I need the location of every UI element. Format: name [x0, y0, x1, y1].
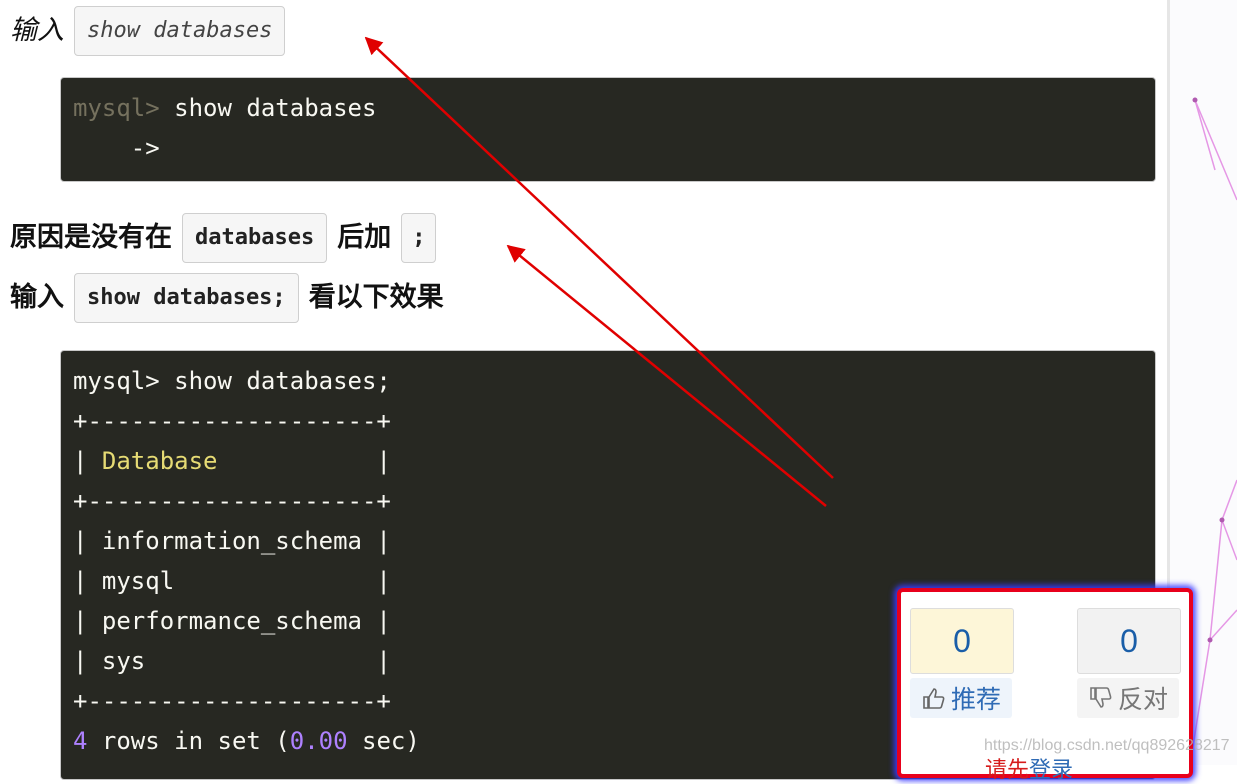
login-prefix: 请先	[985, 758, 1030, 783]
code-block-incomplete: mysql> show databases ->	[60, 77, 1156, 182]
reason-text-mid: 后加	[337, 222, 392, 253]
code1-prompt: mysql>	[73, 94, 160, 122]
oppose-label: 反对	[1117, 685, 1168, 714]
recommend-button[interactable]: 推荐	[910, 678, 1012, 718]
reason-line: 原因是没有在 databases 后加 ;	[10, 213, 446, 263]
recommend-label: 推荐	[950, 685, 1001, 714]
code2-footer-end: sec)	[347, 727, 420, 755]
code1-line-1: mysql> show databases	[73, 88, 1143, 128]
code2-footer-middle: rows in set (	[87, 727, 290, 755]
code2-header-line: | Database |	[73, 441, 1143, 481]
code1-command: show databases	[159, 94, 377, 122]
intro-command-chip: show databases	[74, 6, 286, 56]
retry-text-after: 看以下效果	[308, 282, 444, 313]
retry-line: 输入 show databases; 看以下效果	[10, 273, 444, 323]
code2-header-pipe-right: |	[217, 447, 391, 475]
code2-footer-count: 4	[73, 727, 88, 755]
code2-footer-time: 0.00	[289, 727, 348, 755]
retry-label: 输入	[10, 282, 64, 313]
reason-text-before: 原因是没有在	[10, 222, 172, 253]
code2-header: Database	[101, 447, 218, 475]
oppose-button[interactable]: 反对	[1077, 678, 1179, 718]
intro-label: 输入	[10, 15, 64, 46]
code1-continuation: ->	[73, 134, 160, 162]
retry-command-chip: show databases;	[74, 273, 299, 323]
code2-border-mid: +--------------------+	[73, 487, 391, 515]
blog-watermark: https://blog.csdn.net/qq892628217	[984, 737, 1230, 754]
upvote-count: 0	[910, 608, 1014, 674]
reason-chip-semicolon: ;	[401, 213, 437, 263]
thumbs-down-icon	[1090, 687, 1112, 708]
code2-prompt-line: mysql> show databases;	[73, 367, 391, 395]
thumbs-up-icon	[923, 688, 945, 709]
intro-line: 输入 show databases	[10, 6, 295, 56]
downvote-count: 0	[1077, 608, 1181, 674]
code2-header-pipe-left: |	[73, 447, 102, 475]
code2-row: | information_schema |	[73, 527, 391, 555]
login-hint: 请先登录	[985, 752, 1073, 784]
reason-chip-databases: databases	[182, 213, 328, 263]
login-link[interactable]: 登录	[1029, 758, 1073, 783]
code2-border-top: +--------------------+	[73, 407, 391, 435]
